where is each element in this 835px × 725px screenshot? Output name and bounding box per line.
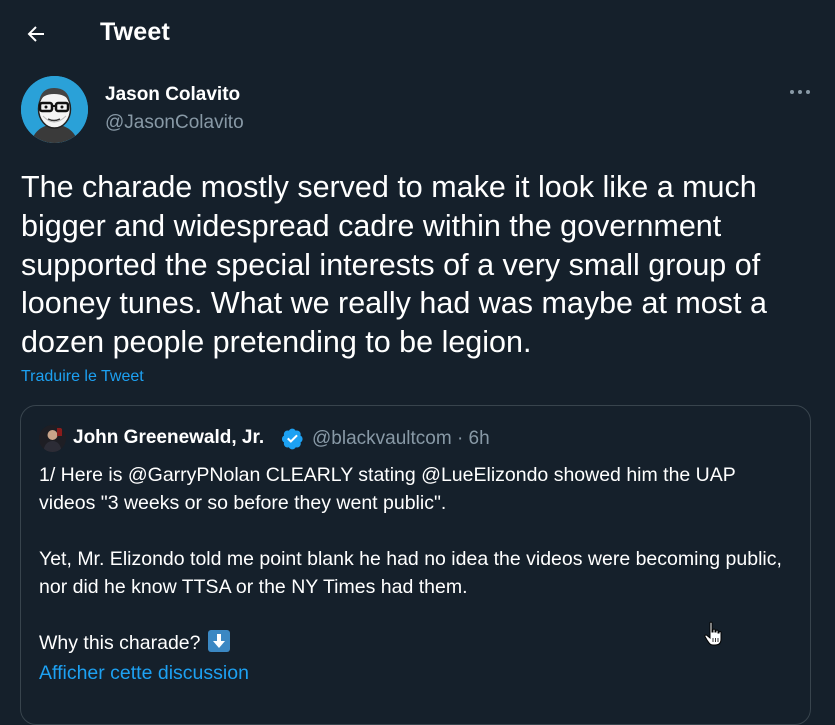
more-options-button[interactable] (786, 82, 814, 102)
quoted-handle-time: @blackvaultcom · 6h (312, 428, 490, 449)
back-button[interactable] (18, 16, 54, 52)
avatar-illustration (21, 76, 88, 143)
tweet-text: The charade mostly served to make it loo… (21, 170, 767, 360)
down-arrow-emoji-icon (207, 630, 230, 652)
quoted-tweet-text: 1/ Here is @GarryPNolan CLEARLY stating … (39, 461, 789, 657)
quoted-tweet-body: 1/ Here is @GarryPNolan CLEARLY stating … (39, 464, 782, 654)
verified-badge-icon (281, 428, 303, 450)
author-handle[interactable]: @JasonColavito (105, 112, 244, 134)
hand-pointer-cursor-icon (704, 621, 724, 647)
author-name[interactable]: Jason Colavito (105, 84, 240, 106)
more-horizontal-icon (790, 90, 810, 94)
show-thread-link[interactable]: Afficher cette discussion (39, 662, 249, 685)
arrow-left-icon (27, 26, 44, 42)
quoted-tweet-card[interactable]: John Greenewald, Jr. @blackvaultcom · 6h… (20, 405, 811, 725)
quoted-author-name: John Greenewald, Jr. (73, 427, 265, 448)
page-title: Tweet (100, 18, 170, 46)
translate-tweet-link[interactable]: Traduire le Tweet (21, 368, 144, 386)
verified-badge (281, 427, 304, 450)
page-header: Tweet (0, 0, 835, 70)
quoted-avatar-illustration (39, 425, 66, 452)
quoted-author-avatar[interactable] (39, 425, 66, 452)
avatar[interactable] (21, 76, 88, 143)
